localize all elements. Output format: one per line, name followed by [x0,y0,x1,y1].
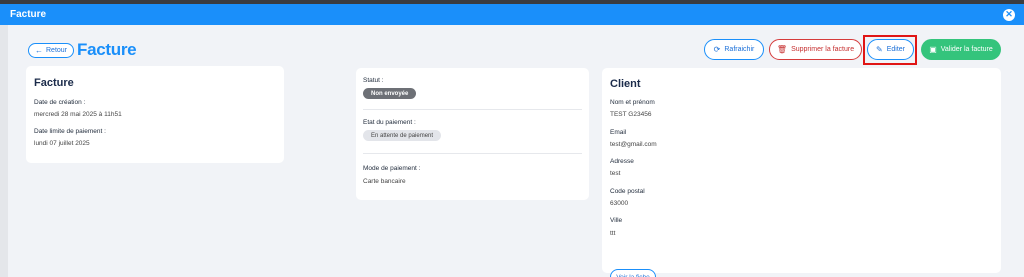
status-card: Statut : Non envoyée Etat du paiement : … [356,68,589,200]
delete-invoice-button-label: Supprimer la facture [791,46,855,53]
client-name-label: Nom et prénom [610,99,655,106]
client-card: Client Nom et prénom TEST G23456 Email t… [602,68,1001,277]
close-button[interactable]: ✕ [1003,8,1015,21]
payment-mode-label: Mode de paiement : [363,165,421,172]
created-date-value: mercredi 28 mai 2025 à 11h51 [34,111,122,118]
client-email-label: Email [610,129,627,136]
trash-icon: 🗑 [776,45,788,54]
validate-invoice-button-label: Valider la facture [940,46,993,53]
invoice-card-title: Facture [34,77,74,89]
back-button[interactable]: ← Retour [28,42,75,58]
validate-invoice-button[interactable]: ▣ Valider la facture [921,39,1001,60]
refresh-button-label: Rafraichir [724,46,755,53]
edit-button-highlight [863,35,917,65]
delete-invoice-button[interactable]: 🗑 Supprimer la facture [769,39,862,60]
arrow-left-icon: ← [35,45,43,55]
view-client-button[interactable]: Voir la fiche [610,269,656,277]
payment-state-badge: En attente de paiement [363,130,442,141]
client-card-title: Client [610,78,641,90]
modal-content: ← Retour Facture ⟳ Rafraichir 🗑 Supprime… [8,25,1024,277]
status-badge: Non envoyée [363,88,417,99]
divider [363,153,582,154]
client-address-label: Adresse [610,158,634,165]
client-postal-label: Code postal [610,188,645,195]
status-label: Statut : [363,77,384,84]
invoice-modal: Facture ✕ ← Retour Facture ⟳ Rafraichir … [0,4,1024,277]
modal-titlebar: Facture ✕ [0,4,1024,25]
refresh-button[interactable]: ⟳ Rafraichir [704,39,764,60]
save-icon: ▣ [929,45,937,54]
created-date-label: Date de création : [34,99,86,106]
close-icon: ✕ [1005,9,1013,19]
back-button-label: Retour [46,46,68,54]
client-postal-value: 63000 [610,200,629,207]
invoice-card: Facture Date de création : mercredi 28 m… [26,66,284,163]
client-city-label: Ville [610,217,623,224]
client-address-value: test [610,170,621,177]
due-date-value: lundi 07 juillet 2025 [34,140,90,147]
due-date-label: Date limite de paiement : [34,128,106,135]
payment-state-label: Etat du paiement : [363,119,416,126]
client-city-value: ttt [610,230,616,237]
client-email-value: test@gmail.com [610,141,657,148]
page-title: Facture [77,40,137,59]
page-header: ← Retour Facture [28,40,137,60]
modal-title: Facture [10,9,47,20]
refresh-icon: ⟳ [713,45,721,54]
client-name-value: TEST G23456 [610,111,652,118]
modal-left-edge [0,25,8,277]
divider [363,109,582,110]
payment-mode-value: Carte bancaire [363,178,406,185]
